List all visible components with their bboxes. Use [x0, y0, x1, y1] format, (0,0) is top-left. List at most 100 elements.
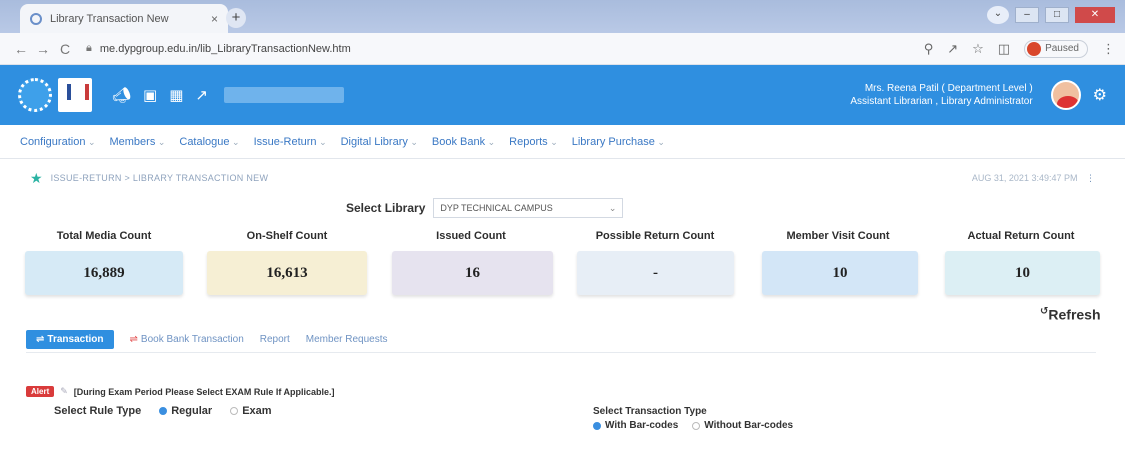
transfer-icon: ⇌ [129, 333, 138, 345]
institute-logo [58, 78, 92, 112]
stat-label-issued: Issued Count [436, 230, 506, 242]
tab-book-bank-transaction[interactable]: ⇌ Book Bank Transaction [130, 334, 244, 345]
tab-search-button[interactable]: ⌄ [987, 6, 1009, 24]
tab-transaction-label: Transaction [47, 333, 104, 345]
browser-tab[interactable]: Library Transaction New × [20, 4, 228, 33]
stat-card-member-visit[interactable]: 10 [762, 251, 918, 295]
profile-avatar [1027, 41, 1042, 56]
radio-dot [230, 407, 239, 415]
stat-value-total-media: 16,889 [83, 264, 125, 281]
without-barcodes-radio[interactable]: Without Bar-codes [692, 420, 793, 431]
maximize-button[interactable]: □ [1045, 7, 1069, 23]
forward-button[interactable]: → [32, 41, 54, 57]
refresh-label: Refresh [1048, 306, 1101, 323]
stat-value-possible-return: - [653, 264, 658, 281]
tab-book-bank-label: Book Bank Transaction [140, 333, 244, 345]
stat-card-on-shelf[interactable]: 16,613 [207, 251, 367, 295]
browser-tab-strip: Library Transaction New × + ⌄ – □ ✕ [0, 0, 1125, 33]
library-select[interactable]: DYP TECHNICAL CAMPUS ⌄ [433, 198, 624, 218]
breadcrumb-row: ★ ISSUE-RETURN > LIBRARY TRANSACTION NEW… [0, 168, 1125, 188]
zoom-icon[interactable]: ⚲ [924, 41, 934, 57]
minimize-button[interactable]: – [1015, 7, 1039, 23]
header-search-input[interactable] [224, 87, 344, 103]
tab-divider [26, 352, 1096, 353]
pencil-icon: ✎ [60, 386, 68, 396]
briefcase-icon[interactable]: ▣ [143, 86, 157, 104]
breadcrumb: ISSUE-RETURN > LIBRARY TRANSACTION NEW [50, 173, 269, 183]
refresh-button[interactable]: ↺Refresh [1040, 306, 1101, 323]
user-name: Mrs. Reena Patil ( Department Level ) [864, 83, 1033, 94]
library-selector: Select Library DYP TECHNICAL CAMPUS ⌄ [346, 198, 624, 218]
rule-exam-radio[interactable]: Exam [230, 405, 272, 417]
bookmark-star-icon[interactable]: ☆ [972, 41, 984, 57]
lock-icon: 🔒︎ [86, 42, 92, 54]
transaction-type-group: Select Transaction Type With Bar-codes W… [593, 406, 793, 431]
menu-library-purchase[interactable]: Library Purchase [572, 136, 665, 148]
stat-label-actual-return: Actual Return Count [967, 230, 1075, 242]
favorite-star-icon[interactable]: ★ [30, 170, 43, 187]
browser-tab-title: Library Transaction New [50, 12, 169, 25]
menu-configuration[interactable]: Configuration [20, 136, 95, 148]
rule-regular-label: Regular [171, 405, 213, 417]
datetime-text: AUG 31, 2021 3:49:47 PM [971, 172, 1078, 183]
menu-catalogue[interactable]: Catalogue [179, 136, 239, 148]
app-header: 📣︎ ▣ ▦ ↗ Mrs. Reena Patil ( Department L… [0, 65, 1125, 125]
close-window-button[interactable]: ✕ [1075, 7, 1115, 23]
main-menu: Configuration Members Catalogue Issue-Re… [0, 125, 1125, 159]
radio-dot-selected [593, 421, 601, 430]
grid-icon[interactable]: ▦ [169, 86, 183, 104]
more-options-icon[interactable]: ⋮ [1086, 173, 1095, 183]
tab-close-button[interactable]: × [211, 12, 218, 26]
profile-button[interactable]: Paused [1024, 39, 1088, 58]
share-icon[interactable]: ↗ [947, 41, 958, 57]
transfer-icon: ⇌ [36, 333, 45, 345]
stat-card-issued[interactable]: 16 [392, 251, 553, 295]
menu-issue-return[interactable]: Issue-Return [254, 136, 327, 148]
url-text: me.dypgroup.edu.in/lib_LibraryTransactio… [99, 42, 351, 55]
settings-gear-icon[interactable]: ⚙ [1093, 85, 1107, 105]
exam-rule-note-text: [During Exam Period Please Select EXAM R… [73, 386, 335, 397]
erp-logo[interactable] [18, 78, 52, 112]
external-link-icon[interactable]: ↗ [195, 86, 208, 104]
menu-digital-library[interactable]: Digital Library [341, 136, 418, 148]
radio-dot-selected [159, 407, 168, 415]
tab-transaction[interactable]: ⇌ Transaction [26, 329, 114, 349]
menu-members[interactable]: Members [109, 136, 165, 148]
stat-card-total-media[interactable]: 16,889 [25, 251, 183, 295]
rule-exam-label: Exam [242, 405, 272, 417]
stat-value-actual-return: 10 [1015, 264, 1030, 281]
new-tab-button[interactable]: + [226, 8, 246, 28]
library-value: DYP TECHNICAL CAMPUS [440, 203, 553, 213]
stat-value-on-shelf: 16,613 [266, 264, 308, 281]
alert-badge: Alert [26, 386, 55, 397]
user-role: Assistant Librarian , Library Administra… [850, 96, 1033, 107]
stat-value-member-visit: 10 [832, 264, 848, 281]
browser-menu-icon[interactable]: ⋮ [1102, 41, 1115, 57]
radio-dot [692, 421, 701, 430]
tab-member-requests[interactable]: Member Requests [306, 334, 388, 345]
menu-reports[interactable]: Reports [509, 136, 558, 148]
menu-book-bank[interactable]: Book Bank [432, 136, 495, 148]
url-field[interactable]: 🔒︎ me.dypgroup.edu.in/lib_LibraryTransac… [86, 37, 924, 61]
rule-type-row: Select Rule Type Regular Exam [54, 405, 272, 417]
transaction-tabs: ⇌ Transaction ⇌ Book Bank Transaction Repo… [26, 328, 387, 350]
stat-label-possible-return: Possible Return Count [595, 230, 715, 242]
rule-type-label: Select Rule Type [54, 405, 142, 417]
stat-card-possible-return[interactable]: - [577, 251, 734, 295]
avatar[interactable] [1050, 80, 1081, 110]
stat-card-actual-return[interactable]: 10 [945, 251, 1100, 295]
exam-rule-note: Alert ✎ [During Exam Period Please Selec… [26, 386, 335, 397]
reload-button[interactable]: C [54, 41, 76, 57]
library-label: Select Library [346, 201, 426, 215]
back-button[interactable]: ← [10, 41, 32, 57]
stat-label-member-visit: Member Visit Count [786, 230, 890, 242]
rule-regular-radio[interactable]: Regular [159, 405, 212, 417]
sidebar-icon[interactable]: ◫ [998, 41, 1010, 57]
page-datetime: AUG 31, 2021 3:49:47 PM ⋮ [972, 173, 1095, 184]
megaphone-icon[interactable]: 📣︎ [112, 86, 131, 104]
tab-report[interactable]: Report [260, 334, 290, 345]
transaction-type-label: Select Transaction Type [593, 406, 707, 417]
with-barcodes-radio[interactable]: With Bar-codes [593, 420, 678, 431]
stat-value-issued: 16 [465, 264, 480, 281]
user-info: Mrs. Reena Patil ( Department Level ) As… [850, 82, 1032, 108]
